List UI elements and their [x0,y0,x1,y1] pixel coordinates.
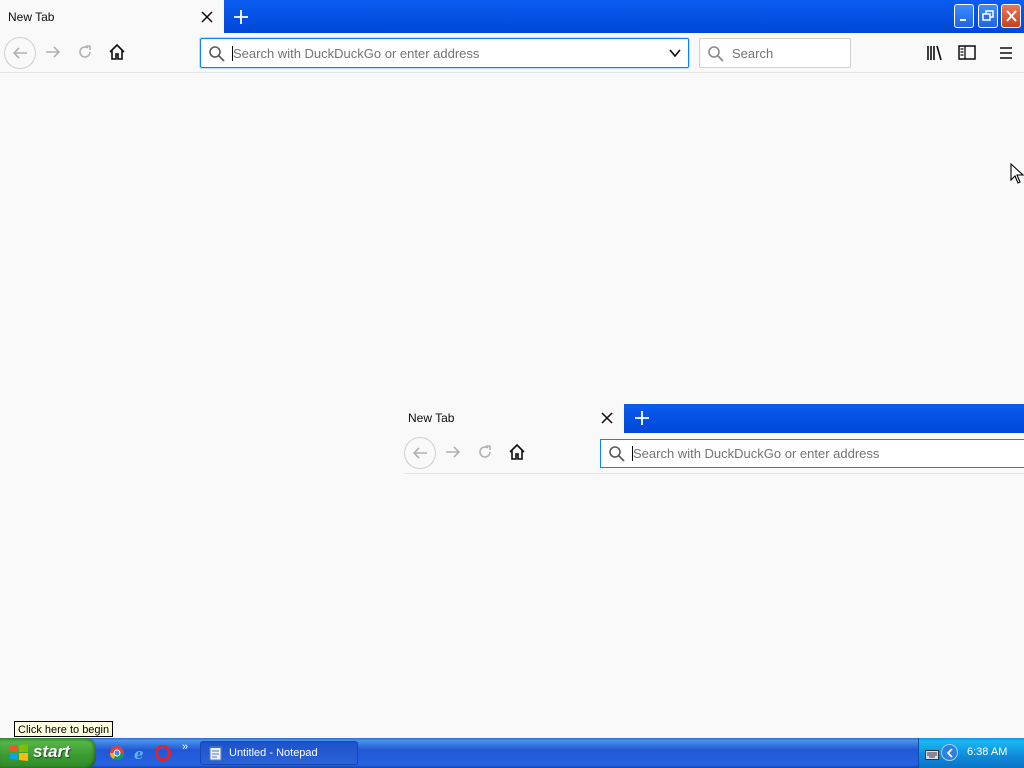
nav-toolbar: Search with DuckDuckGo or enter address … [0,33,1024,73]
chevron-down-icon[interactable] [668,46,682,65]
nested-browser-window: New Tab Search with DuckDuckGo or enter [404,404,1024,474]
show-hidden-icons-icon[interactable] [941,744,958,761]
forward-button[interactable] [438,437,470,469]
minimize-button[interactable] [954,4,974,28]
opera-icon[interactable] [155,744,171,762]
address-bar[interactable]: Search with DuckDuckGo or enter address [600,439,1024,468]
home-button[interactable] [502,437,534,469]
library-button[interactable] [920,37,950,69]
chevron-double-right-icon[interactable]: » [182,741,188,753]
taskbar-item-notepad[interactable]: Untitled - Notepad [200,741,358,765]
sidebar-toggle-button[interactable] [952,37,982,69]
notepad-icon [209,746,223,766]
reload-button[interactable] [70,37,102,69]
clock[interactable]: 6:38 AM [967,746,1007,758]
start-button[interactable]: start [0,738,96,768]
tab-title: New Tab [408,411,455,425]
search-icon [608,445,626,468]
restore-button[interactable] [978,4,998,28]
tab-strip: New Tab [0,0,1024,33]
start-label: start [33,742,70,761]
close-window-button[interactable] [1001,4,1021,28]
address-placeholder: Search with DuckDuckGo or enter address [633,446,880,461]
keyboard-icon[interactable] [925,747,939,765]
new-tab-plus-icon[interactable] [230,6,252,28]
back-button[interactable] [404,437,436,469]
start-tooltip: Click here to begin [14,721,114,737]
hamburger-menu-icon[interactable] [992,37,1022,69]
back-button[interactable] [4,37,36,69]
address-bar[interactable]: Search with DuckDuckGo or enter address [200,38,689,68]
search-icon [208,45,226,68]
ie-icon[interactable]: e [132,745,148,763]
tab-new-tab[interactable]: New Tab [0,0,224,33]
home-button[interactable] [102,37,134,69]
task-label: Untitled - Notepad [229,747,318,759]
tab-new-tab[interactable]: New Tab [404,404,624,433]
search-placeholder: Search [732,46,774,61]
address-placeholder: Search with DuckDuckGo or enter address [233,46,480,61]
new-tab-plus-icon[interactable] [632,408,652,433]
mouse-pointer-icon [1010,162,1024,190]
windows-logo-icon [9,744,29,767]
search-bar[interactable]: Search [699,38,851,68]
taskbar: start e » Untitled - Notepad 6:38 AM [0,738,1024,768]
chrome-icon[interactable] [109,745,125,761]
tab-title: New Tab [8,10,55,24]
tab-close-icon[interactable] [199,9,215,25]
tab-close-icon[interactable] [599,410,615,431]
tab-strip: New Tab [404,404,1024,433]
reload-button[interactable] [470,437,502,469]
nav-toolbar: Search with DuckDuckGo or enter address [404,433,1024,474]
search-icon [707,45,725,68]
system-tray: 6:38 AM [918,738,1024,768]
svg-text:e: e [134,745,144,761]
forward-button[interactable] [38,37,70,69]
